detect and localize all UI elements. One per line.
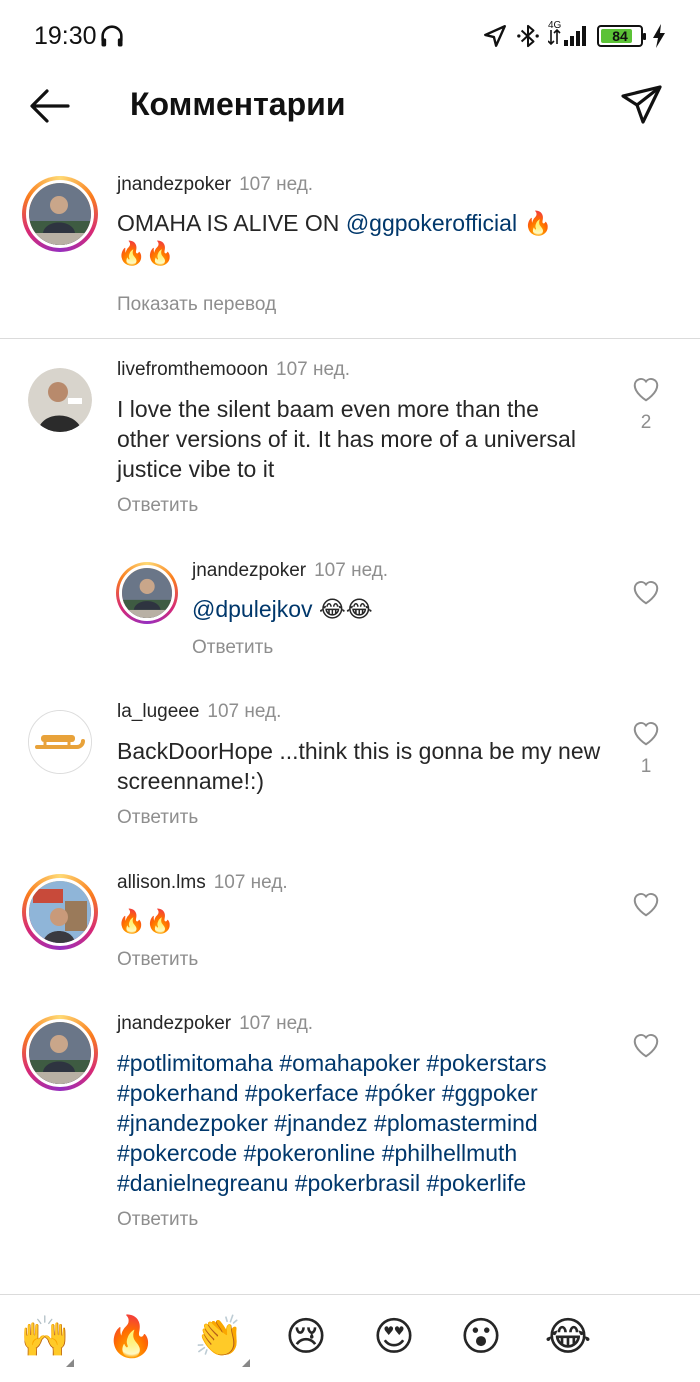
- emoji-clapping-button[interactable]: 👏: [191, 1313, 247, 1361]
- avatar-photo: [29, 183, 91, 245]
- comment: la_lugeee 107 нед. BackDoorHope ...think …: [0, 697, 700, 837]
- reply-button[interactable]: Ответить: [117, 949, 198, 971]
- avatar-photo: [122, 568, 172, 618]
- hashtag-line[interactable]: #danielnegreanu #pokerbrasil #pokerlife: [117, 1168, 617, 1198]
- sled-logo-icon: [29, 711, 91, 773]
- heart-icon[interactable]: [631, 719, 661, 747]
- comment-emoji: 😂😂: [318, 596, 373, 622]
- comment: jnandezpoker 107 нед. #potlimitomaha #oma…: [0, 1009, 700, 1239]
- hashtag-text: #potlimitomaha #omahapoker #pokerstars #…: [117, 1048, 617, 1198]
- mention-link[interactable]: @dpulejkov: [192, 596, 313, 622]
- hashtag-line[interactable]: #potlimitomaha #omahapoker #pokerstars: [117, 1048, 617, 1078]
- reply-button[interactable]: Ответить: [192, 637, 273, 659]
- divider: [0, 338, 700, 339]
- status-bar: 19:30 4G 84: [0, 0, 700, 70]
- location-arrow-icon: [484, 25, 506, 47]
- avatar[interactable]: [28, 710, 92, 774]
- comment-time: 107 нед.: [239, 174, 314, 195]
- comment-time: 107 нед.: [239, 1013, 314, 1034]
- emoji-laughing-button[interactable]: 😂: [540, 1313, 596, 1361]
- send-direct-icon[interactable]: [620, 84, 664, 126]
- comment-time: 107 нед.: [314, 560, 389, 581]
- emoji-heart-eyes-button[interactable]: 😍: [366, 1313, 422, 1361]
- avatar-photo: [29, 881, 91, 943]
- comment-text: I love the silent baam even more than th…: [117, 396, 576, 482]
- show-translation-button[interactable]: Показать перевод: [117, 294, 276, 316]
- heart-icon[interactable]: [631, 375, 661, 403]
- emoji-crying-button[interactable]: 😢: [278, 1313, 334, 1361]
- mention-link[interactable]: @ggpokerofficial: [346, 210, 517, 236]
- charging-bolt-icon: [653, 24, 665, 48]
- avatar-photo: [28, 368, 92, 432]
- caption-emoji: 🔥🔥: [117, 240, 175, 266]
- avatar[interactable]: [22, 874, 98, 950]
- battery-indicator: 84: [597, 25, 646, 47]
- caption-text: OMAHA IS ALIVE ON @ggpokerofficial 🔥 🔥🔥: [117, 208, 597, 268]
- comment-username[interactable]: la_lugeee: [117, 701, 199, 722]
- comment-text: @dpulejkov 😂😂: [192, 594, 572, 624]
- caption-emoji: 🔥: [523, 210, 553, 236]
- heart-icon[interactable]: [631, 578, 661, 606]
- like-count: 1: [640, 756, 652, 777]
- comment: allison.lms 107 нед. 🔥🔥 Ответить: [0, 868, 700, 978]
- hashtag-line[interactable]: #pokercode #pokeronline #philhellmuth: [117, 1138, 617, 1168]
- reply-button[interactable]: Ответить: [117, 807, 198, 829]
- comment-text: BackDoorHope ...think this is gonna be m…: [117, 738, 601, 794]
- page-title: Комментарии: [130, 86, 346, 122]
- emoji-variant-indicator: [242, 1359, 250, 1367]
- comment-time: 107 нед.: [207, 701, 282, 722]
- comment-time: 107 нед.: [213, 872, 288, 893]
- caption-text-body: OMAHA IS ALIVE ON: [117, 210, 346, 236]
- caption: jnandezpoker 107 нед. OMAHA IS ALIVE ON @…: [0, 170, 700, 338]
- comment-username[interactable]: jnandezpoker: [117, 1013, 231, 1034]
- avatar-photo: [29, 1022, 91, 1084]
- reply-button[interactable]: Ответить: [117, 495, 198, 517]
- comment-username[interactable]: jnandezpoker: [192, 560, 306, 581]
- like-count: 2: [640, 412, 652, 433]
- heart-icon[interactable]: [631, 1031, 661, 1059]
- comment-text: 🔥🔥: [117, 908, 175, 934]
- comment: livefromthemooon 107 нед. I love the sile…: [0, 355, 700, 525]
- emoji-variant-indicator: [66, 1359, 74, 1367]
- avatar[interactable]: [116, 562, 178, 624]
- hashtag-line[interactable]: #jnandezpoker #jnandez #plomastermind: [117, 1108, 617, 1138]
- avatar[interactable]: [22, 1015, 98, 1091]
- comment-username[interactable]: livefromthemooon: [117, 359, 268, 380]
- hashtag-line[interactable]: #pokerhand #pokerface #póker #ggpoker: [117, 1078, 617, 1108]
- emoji-reaction-bar: 🙌 🔥 👏 😢 😍 😮 😂: [0, 1294, 700, 1382]
- comment-time: 107 нед.: [276, 359, 351, 380]
- bluetooth-icon: [517, 24, 539, 48]
- header: Комментарии: [0, 70, 700, 140]
- reply-button[interactable]: Ответить: [117, 1209, 198, 1231]
- avatar[interactable]: [22, 176, 98, 252]
- comment-username[interactable]: allison.lms: [117, 872, 206, 893]
- reply-comment: jnandezpoker 107 нед. @dpulejkov 😂😂 Ответ…: [0, 556, 700, 666]
- emoji-fire-button[interactable]: 🔥: [103, 1313, 159, 1361]
- heart-icon[interactable]: [631, 890, 661, 918]
- battery-level: 84: [612, 28, 628, 44]
- headphones-icon: [101, 25, 123, 47]
- back-arrow-icon[interactable]: [28, 86, 72, 126]
- network-type: 4G: [548, 20, 562, 31]
- emoji-surprised-button[interactable]: 😮: [453, 1313, 509, 1361]
- emoji-raising-hands-button[interactable]: 🙌: [17, 1313, 73, 1361]
- comment-username[interactable]: jnandezpoker: [117, 174, 231, 195]
- avatar[interactable]: [28, 368, 92, 432]
- cellular-signal-icon: 4G: [547, 20, 588, 50]
- status-time: 19:30: [34, 22, 97, 50]
